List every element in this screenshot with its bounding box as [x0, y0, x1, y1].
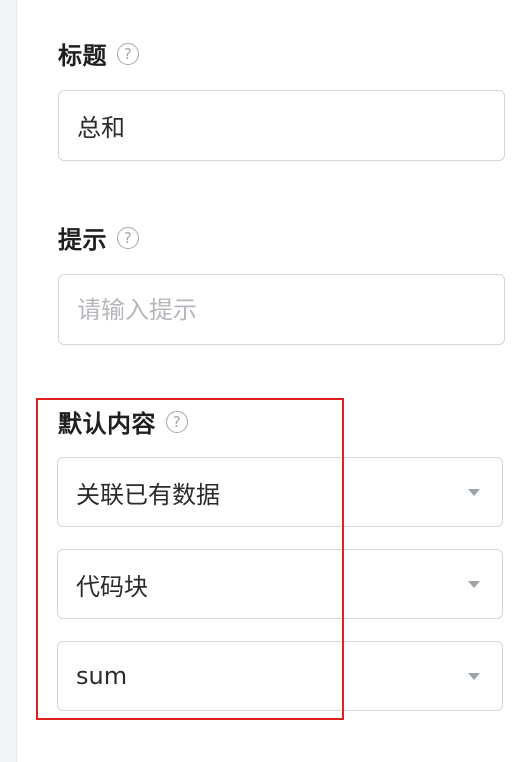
form-panel: 标题 ? 提示 ? 默认内容 ? 关联已有数据 代码块 sum — [0, 0, 530, 762]
hint-label: 提示 ? — [58, 220, 139, 255]
select-value: 关联已有数据 — [76, 480, 220, 509]
default-function-select[interactable]: sum — [57, 641, 503, 711]
title-input[interactable] — [77, 111, 504, 140]
hint-label-text: 提示 — [58, 226, 107, 254]
default-content-label-text: 默认内容 — [58, 410, 156, 438]
question-circle-icon[interactable]: ? — [166, 410, 188, 433]
question-circle-icon[interactable]: ? — [117, 226, 139, 249]
hint-input-wrapper — [58, 274, 505, 345]
caret-down-icon — [468, 672, 480, 680]
default-content-label: 默认内容 ? — [58, 404, 188, 439]
panel-left-edge — [0, 0, 17, 762]
default-source-select[interactable]: 关联已有数据 — [57, 457, 503, 527]
hint-input[interactable] — [77, 295, 504, 324]
default-type-select[interactable]: 代码块 — [57, 549, 503, 619]
select-value: sum — [76, 662, 128, 690]
question-circle-icon[interactable]: ? — [117, 42, 139, 65]
caret-down-icon — [468, 488, 480, 496]
title-input-wrapper — [58, 90, 505, 161]
title-label: 标题 ? — [58, 36, 139, 71]
caret-down-icon — [468, 580, 480, 588]
select-value: 代码块 — [76, 572, 148, 601]
title-label-text: 标题 — [58, 42, 107, 70]
